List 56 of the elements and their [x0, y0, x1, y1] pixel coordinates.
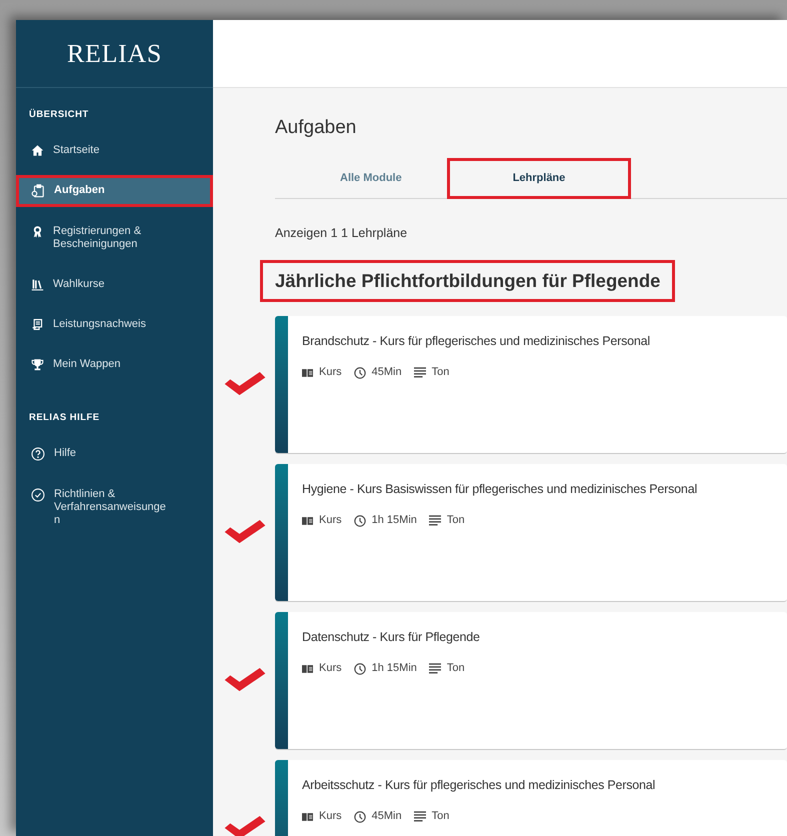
award-ribbon-icon: [31, 225, 44, 238]
book-icon: [302, 664, 313, 674]
course-title[interactable]: Datenschutz - Kurs für Pflegende: [302, 628, 480, 646]
course-media: Ton: [446, 661, 465, 676]
text-lines-icon: [414, 811, 426, 822]
course-card[interactable]: Arbeitsschutz - Kurs für pflegerisches und medizinisches Personal Kurs 45Min Ton: [275, 760, 787, 836]
books-icon: [31, 278, 44, 292]
page-title: Aufgaben: [275, 118, 358, 137]
text-lines-icon: [428, 663, 441, 674]
course-duration: 45Min: [372, 365, 402, 380]
nav-item[interactable]: Leistungsnachweis: [16, 309, 213, 340]
logo[interactable]: RELIAS: [67, 34, 162, 73]
course-type: Kurs: [319, 809, 342, 824]
section-heading: RELIAS HILFE: [28, 411, 101, 426]
nav-item[interactable]: Mein Wappen: [16, 349, 213, 380]
nav-item[interactable]: Hilfe: [16, 438, 213, 470]
course-duration: 1h 15Min: [372, 661, 417, 676]
scroll-icon: [31, 318, 44, 332]
tab[interactable]: Lehrpläne: [447, 158, 631, 199]
course-duration: 45Min: [372, 809, 402, 824]
course-media: Ton: [432, 365, 450, 380]
home-icon: [31, 144, 44, 158]
result-count: Anzeigen 1 1 Lehrpläne: [275, 225, 408, 242]
book-icon: [302, 812, 313, 822]
course-title[interactable]: Hygiene - Kurs Basiswissen für pflegerisches und medizinisches Personal: [302, 480, 698, 498]
book-icon: [302, 368, 313, 378]
check-circle-icon: [31, 488, 45, 502]
trophy-icon: [31, 358, 44, 372]
clock-icon: [354, 810, 366, 822]
nav-item[interactable]: Registrierungen & Bescheinigungen: [16, 216, 213, 260]
help-icon: [31, 446, 45, 460]
course-type: Kurs: [319, 513, 342, 528]
text-lines-icon: [414, 367, 426, 378]
course-card[interactable]: Brandschutz - Kurs für pflegerisches und medizinisches Personal Kurs 45Min Ton: [275, 316, 787, 454]
tab[interactable]: Alle Module: [323, 158, 447, 199]
nav-item[interactable]: Richtlinien & Verfahrensanweisungen: [16, 478, 213, 536]
course-type: Kurs: [319, 365, 342, 380]
course-media: Ton: [446, 513, 465, 528]
course-media: Ton: [432, 809, 450, 824]
section-heading: ÜBERSICHT: [28, 108, 90, 122]
nav-item[interactable]: Startseite: [16, 135, 213, 166]
course-type: Kurs: [319, 661, 342, 676]
course-duration: 1h 15Min: [372, 513, 417, 528]
clock-icon: [354, 514, 366, 526]
clock-icon: [354, 662, 366, 674]
course-title[interactable]: Brandschutz - Kurs für pflegerisches und medizinisches Personal: [302, 332, 650, 350]
course-title[interactable]: Arbeitsschutz - Kurs für pflegerisches und medizinisches Personal: [302, 776, 656, 794]
course-card[interactable]: Hygiene - Kurs Basiswissen für pflegerisches und medizinisches Personal Kurs 1h 15Min Ton: [275, 464, 787, 602]
clock-icon: [354, 366, 366, 378]
nav-item[interactable]: Wahlkurse: [16, 269, 213, 300]
clipboard-icon: [31, 184, 45, 198]
course-card[interactable]: Datenschutz - Kurs für Pflegende Kurs 1h 15Min Ton: [275, 612, 787, 750]
book-icon: [302, 516, 313, 526]
text-lines-icon: [428, 515, 441, 526]
curriculum-title: Jährliche Pflichtfortbildungen für Pflegende: [260, 260, 676, 302]
nav-item[interactable]: Aufgaben: [16, 175, 213, 208]
